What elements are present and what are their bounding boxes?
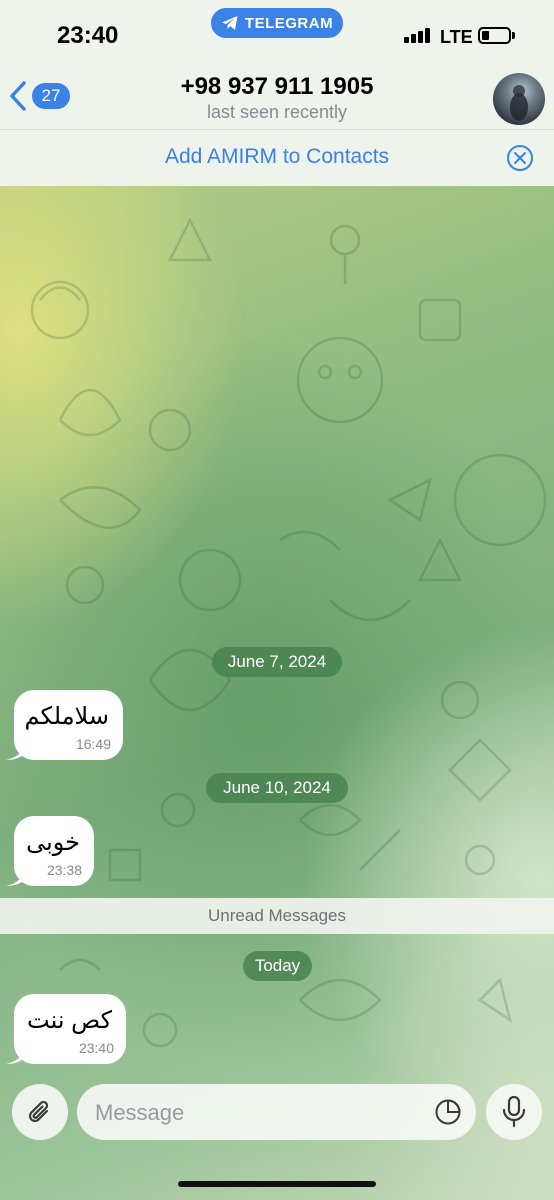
home-indicator[interactable] [178, 1181, 376, 1187]
message-bubble[interactable]: سلاملکم 16:49 [6, 690, 123, 760]
message-input[interactable] [93, 1084, 427, 1142]
signal-icon [404, 28, 430, 43]
message-time: 16:49 [75, 736, 111, 752]
message-text: سلاملکم [24, 703, 109, 730]
battery-icon [478, 27, 511, 44]
app-pill-label: TELEGRAM [244, 14, 334, 32]
chat-last-seen: last seen recently [206, 102, 348, 122]
header-divider [0, 129, 554, 130]
message-time: 23:40 [78, 1040, 114, 1056]
message-bubble[interactable]: خوبی 23:38 [6, 816, 94, 886]
sticker-icon[interactable] [434, 1098, 462, 1126]
voice-message-button[interactable] [486, 1084, 542, 1140]
return-to-telegram-pill[interactable]: TELEGRAM [211, 8, 343, 38]
microphone-icon [502, 1095, 526, 1128]
chat-title[interactable]: +98 937 911 1905 [0, 73, 554, 101]
message-time: 23:38 [46, 862, 82, 878]
date-separator: Today [243, 951, 312, 981]
message-text: خوبی [26, 829, 80, 856]
message-bubble[interactable]: کص ننت 23:40 [6, 994, 126, 1064]
network-type: LTE [440, 27, 473, 47]
add-to-contacts-link[interactable]: Add AMIRM to Contacts [0, 145, 554, 169]
paperclip-icon [28, 1100, 49, 1123]
close-circle-icon[interactable] [506, 144, 534, 172]
attach-button[interactable] [12, 1084, 68, 1140]
avatar[interactable] [493, 73, 545, 125]
telegram-icon [221, 16, 238, 30]
unread-messages-divider: Unread Messages [0, 898, 554, 934]
chat-header: 23:40 TELEGRAM LTE 27 +98 937 911 1905 l… [0, 0, 554, 186]
date-separator: June 10, 2024 [206, 773, 348, 803]
status-time: 23:40 [57, 22, 119, 49]
message-composer [77, 1084, 476, 1142]
message-text: کص ننت [27, 1007, 112, 1034]
date-separator: June 7, 2024 [212, 647, 342, 677]
